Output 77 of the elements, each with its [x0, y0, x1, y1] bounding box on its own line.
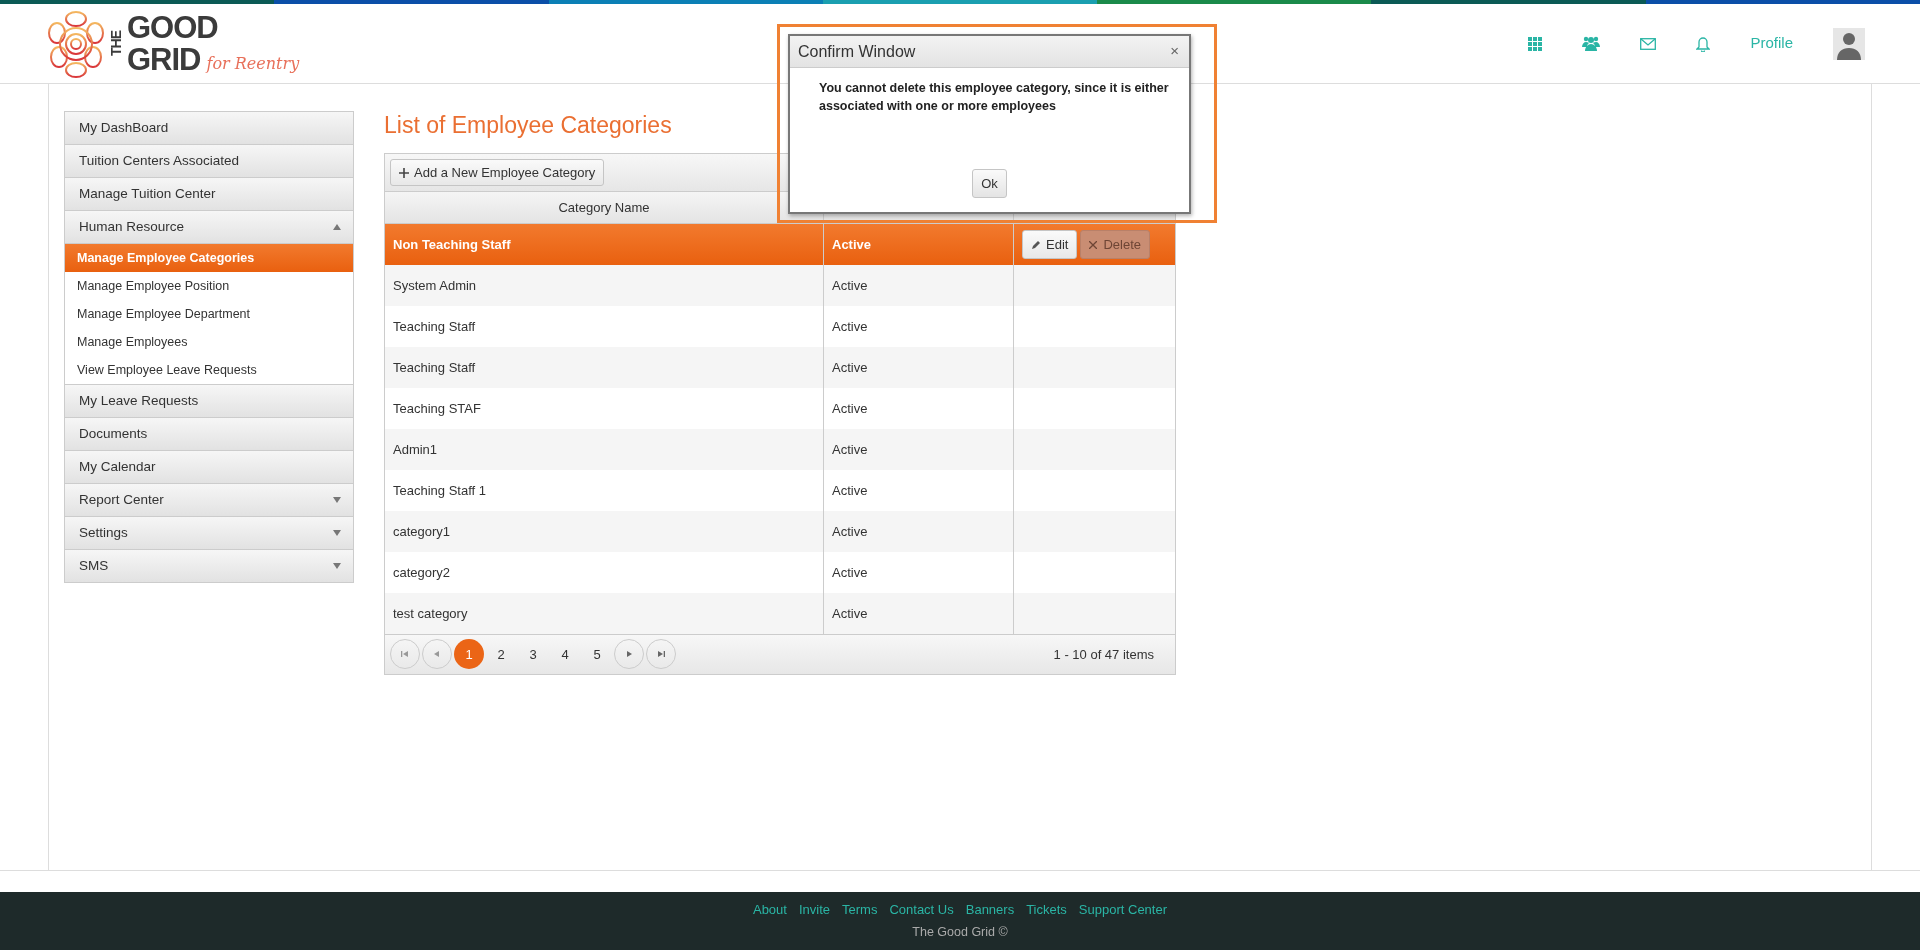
- mail-icon[interactable]: [1640, 37, 1657, 50]
- footer-link[interactable]: Contact Us: [889, 900, 954, 920]
- footer-link[interactable]: About: [752, 900, 787, 920]
- footer-link[interactable]: Terms: [842, 900, 878, 920]
- table-row[interactable]: Teaching STAF Active: [385, 387, 1175, 429]
- table-row[interactable]: System Admin Active: [385, 264, 1175, 306]
- table-row[interactable]: Teaching Staff Active: [385, 305, 1175, 347]
- copyright-text: The Good Grid ©: [912, 923, 1008, 941]
- table-cell-text: Teaching STAF: [393, 399, 481, 418]
- table-row[interactable]: Teaching Staff Active: [385, 346, 1175, 388]
- pager-info: 1 - 10 of 47 items: [1053, 645, 1155, 664]
- table-cell-text: Teaching Staff: [393, 358, 476, 377]
- table-cell-text: Non Teaching Staff: [393, 235, 511, 254]
- page-button[interactable]: 4: [550, 639, 580, 670]
- table-cell-text: Active: [832, 563, 868, 582]
- footer-link[interactable]: Support Center: [1078, 900, 1168, 920]
- table-cell-text: Active: [832, 358, 868, 377]
- close-button[interactable]: ×: [1168, 40, 1181, 63]
- footer-link[interactable]: Tickets: [1026, 900, 1067, 920]
- table-row[interactable]: test category Active: [385, 592, 1175, 634]
- sidebar-item[interactable]: Tuition Centers Associated: [65, 145, 353, 178]
- table-cell-text: Teaching Staff 1: [393, 481, 486, 500]
- page-button[interactable]: 3: [518, 639, 548, 670]
- table-row[interactable]: Non Teaching Staff Active Edit Delete: [385, 223, 1175, 265]
- sidebar-item[interactable]: Human Resource: [65, 211, 353, 244]
- footer-link[interactable]: Banners: [965, 900, 1015, 920]
- ok-button[interactable]: Ok: [972, 168, 1007, 198]
- table-row[interactable]: Admin1 Active: [385, 428, 1175, 470]
- dialog-message: You cannot delete this employee category, since it is either associated with one or more employees: [818, 80, 1170, 115]
- table-cell-text: Active: [832, 235, 872, 254]
- table-cell-text: Teaching Staff: [393, 317, 476, 336]
- edit-button[interactable]: Edit: [1022, 229, 1078, 260]
- last-page-icon: [657, 650, 665, 659]
- previous-page-icon: [433, 650, 441, 659]
- sidebar-item[interactable]: Manage Tuition Center: [65, 178, 353, 211]
- table-cell-text: Active: [832, 522, 868, 541]
- table-row[interactable]: Teaching Staff 1 Active: [385, 469, 1175, 511]
- pencil-icon: [1031, 240, 1041, 251]
- close-icon: [1089, 241, 1098, 250]
- sidebar-item[interactable]: My DashBoard: [65, 112, 353, 145]
- table-cell-text: category2: [393, 563, 451, 582]
- table-cell-text: Active: [832, 276, 868, 295]
- bell-icon[interactable]: [1696, 35, 1711, 52]
- table-row[interactable]: category1 Active: [385, 510, 1175, 552]
- sidebar-item[interactable]: My Leave Requests: [65, 385, 353, 418]
- table-cell-text: Active: [832, 317, 868, 336]
- table-cell-text: category1: [393, 522, 451, 541]
- logo-prefix: THE: [109, 31, 123, 56]
- page-title: List of Employee Categories: [384, 111, 673, 140]
- footer-link[interactable]: Invite: [798, 900, 831, 920]
- table-cell-text: Admin1: [393, 440, 438, 459]
- table-cell-text: Active: [832, 481, 868, 500]
- table-cell-text: Active: [832, 440, 868, 459]
- flower-logo-icon: [47, 8, 105, 79]
- sidebar-item[interactable]: SMS: [65, 550, 353, 583]
- page-button[interactable]: 2: [486, 639, 516, 670]
- table-row[interactable]: category2 Active: [385, 551, 1175, 593]
- sidebar-item[interactable]: My Calendar: [65, 451, 353, 484]
- logo-wordmark: GOOD: [127, 11, 219, 44]
- logo-wordmark: GRID: [127, 43, 201, 76]
- sidebar-item[interactable]: Report Center: [65, 484, 353, 517]
- table-cell-text: Active: [832, 399, 868, 418]
- table-cell-text: test category: [393, 604, 468, 623]
- plus-icon: [399, 168, 409, 179]
- sidebar-item[interactable]: Documents: [65, 418, 353, 451]
- page-button[interactable]: 5: [582, 639, 612, 670]
- first-page-icon: [401, 650, 409, 659]
- table-cell-text: System Admin: [393, 276, 477, 295]
- next-page-icon: [625, 650, 633, 659]
- dialog-title: Confirm Window: [798, 41, 916, 62]
- add-category-button[interactable]: Add a New Employee Category: [390, 158, 605, 187]
- users-icon[interactable]: [1582, 36, 1601, 51]
- apps-grid-icon[interactable]: [1528, 36, 1543, 51]
- avatar-icon[interactable]: [1833, 27, 1865, 60]
- logo-tagline: for Reentry: [206, 52, 300, 75]
- table-cell-text: Active: [832, 604, 868, 623]
- sidebar-item[interactable]: Settings: [65, 517, 353, 550]
